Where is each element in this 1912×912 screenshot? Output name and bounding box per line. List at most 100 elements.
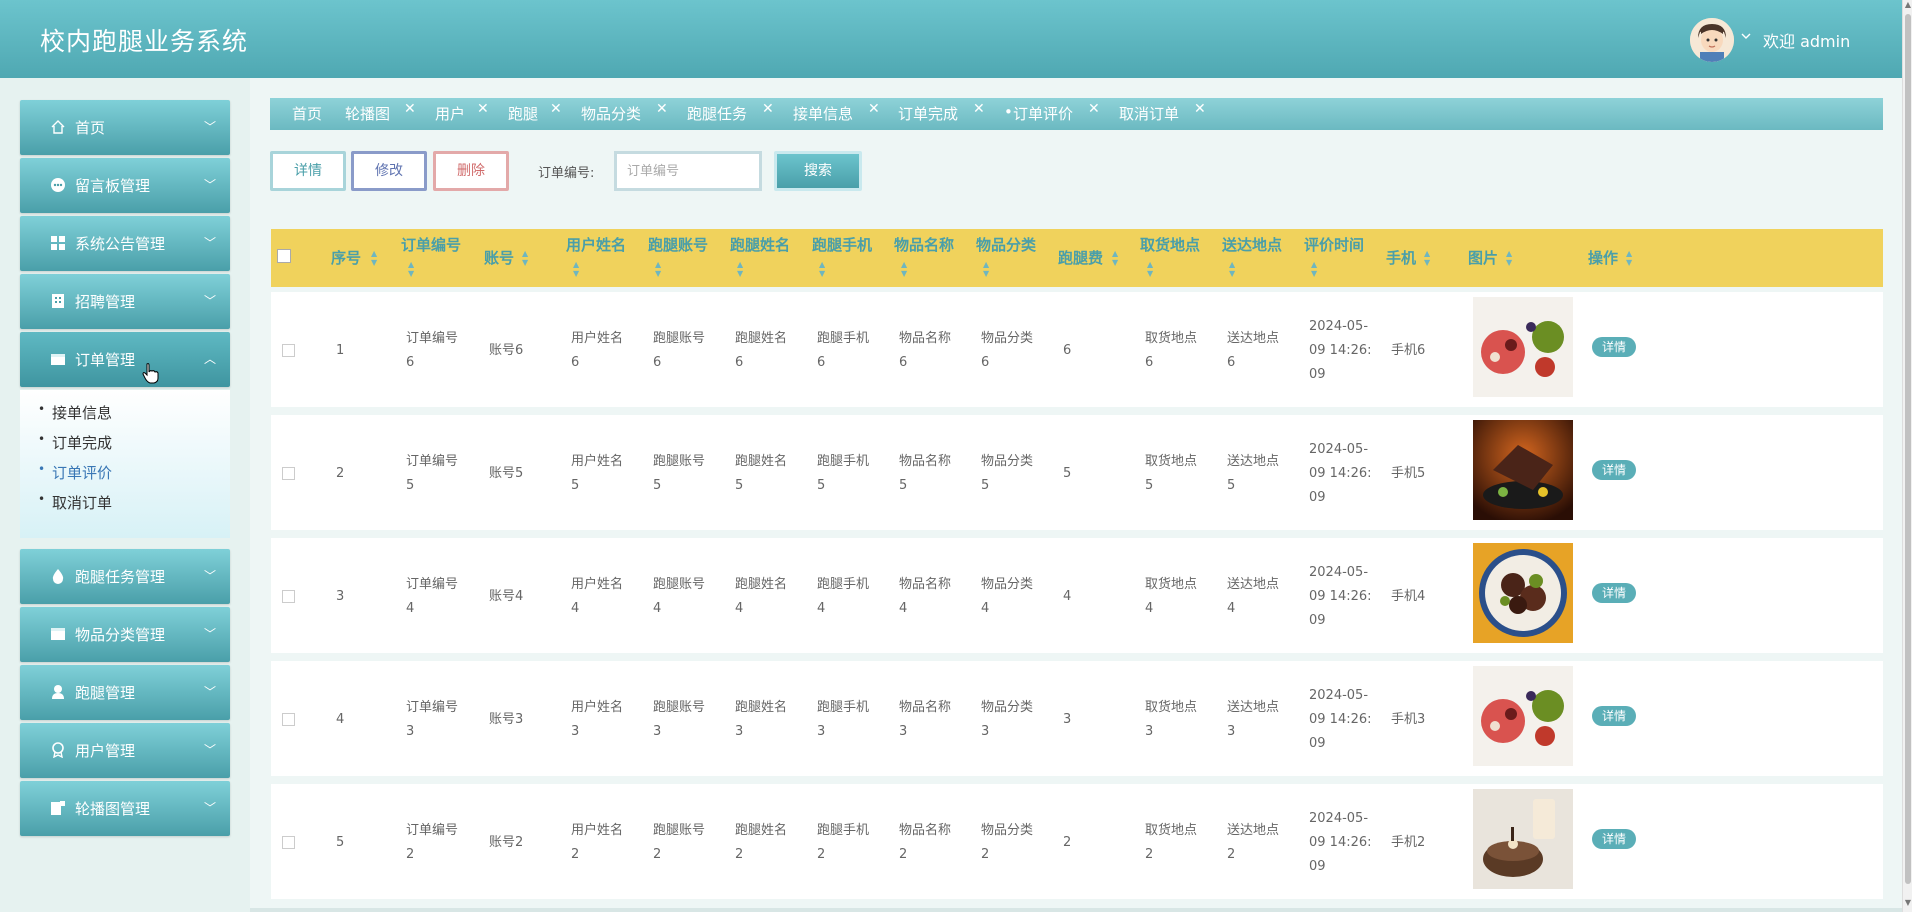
sidebar-item-message-board[interactable]: 留言板管理 ﹀ — [20, 158, 230, 213]
sidebar-item-announcements[interactable]: 系统公告管理 ﹀ — [20, 216, 230, 271]
search-button[interactable]: 搜索 — [774, 151, 862, 191]
close-icon[interactable]: ✕ — [656, 101, 668, 117]
cell-runner-name: 跑腿姓名 3 — [735, 700, 788, 739]
page-scrollbar[interactable]: ▲ ▼ — [1902, 0, 1912, 912]
edit-button[interactable]: 修改 — [351, 151, 427, 191]
sort-icon[interactable]: ▲ ▼ — [819, 260, 825, 278]
item-image[interactable] — [1473, 543, 1573, 643]
th-phone[interactable]: 手机 — [1386, 248, 1416, 268]
row-checkbox[interactable] — [282, 836, 295, 849]
sort-icon[interactable]: ▲ ▼ — [1424, 249, 1430, 267]
avatar[interactable] — [1690, 18, 1734, 62]
row-checkbox[interactable] — [282, 467, 295, 480]
scroll-down-icon[interactable]: ▼ — [1904, 898, 1912, 910]
submenu-item-accepted-orders[interactable]: 接单信息 — [38, 402, 112, 423]
th-errand-fee[interactable]: 跑腿费 — [1058, 248, 1103, 268]
row-detail-button[interactable]: 详情 — [1592, 337, 1636, 357]
th-item-category[interactable]: 物品分类 — [976, 235, 1036, 255]
sort-icon[interactable]: ▲ ▼ — [1626, 249, 1632, 267]
tab-accepted-orders[interactable]: 接单信息 — [793, 103, 853, 124]
sidebar-item-errand-tasks[interactable]: 跑腿任务管理 ﹀ — [20, 549, 230, 604]
close-icon[interactable]: ✕ — [973, 101, 985, 117]
row-detail-button[interactable]: 详情 — [1592, 583, 1636, 603]
th-runner-account[interactable]: 跑腿账号 — [648, 235, 708, 255]
submenu-item-cancelled-orders[interactable]: 取消订单 — [38, 492, 112, 513]
select-all-checkbox[interactable] — [277, 249, 291, 263]
close-icon[interactable]: ✕ — [404, 101, 416, 117]
cell-order-number: 订单编号 3 — [406, 700, 459, 739]
close-icon[interactable]: ✕ — [550, 101, 562, 117]
th-image[interactable]: 图片 — [1468, 248, 1498, 268]
row-detail-button[interactable]: 详情 — [1592, 706, 1636, 726]
sidebar-item-runners[interactable]: 跑腿管理 ﹀ — [20, 665, 230, 720]
sidebar-item-orders[interactable]: 订单管理 ︿ — [20, 332, 230, 387]
tab-home[interactable]: 首页 — [292, 103, 322, 124]
scroll-up-icon[interactable]: ▲ — [1904, 0, 1912, 12]
item-image[interactable] — [1473, 789, 1573, 889]
tab-item-categories[interactable]: 物品分类 — [581, 103, 641, 124]
welcome-user[interactable]: 欢迎 admin — [1763, 28, 1850, 52]
sidebar-item-users[interactable]: 用户管理 ﹀ — [20, 723, 230, 778]
th-account[interactable]: 账号 — [484, 248, 514, 268]
sidebar-item-recruitment[interactable]: 招聘管理 ﹀ — [20, 274, 230, 329]
sort-icon[interactable]: ▲ ▼ — [1112, 249, 1118, 267]
delete-button[interactable]: 删除 — [433, 151, 509, 191]
row-detail-button[interactable]: 详情 — [1592, 460, 1636, 480]
cell-item-name: 物品名称 4 — [899, 577, 952, 616]
th-runner-name[interactable]: 跑腿姓名 — [730, 235, 790, 255]
sort-icon[interactable]: ▲ ▼ — [1311, 260, 1317, 278]
tab-order-reviews[interactable]: 订单评价 — [1013, 103, 1073, 124]
close-icon[interactable]: ✕ — [1088, 101, 1100, 117]
chevron-down-icon: ﹀ — [203, 236, 216, 250]
th-user-name[interactable]: 用户姓名 — [566, 235, 626, 255]
sidebar-item-carousel[interactable]: 轮播图管理 ﹀ — [20, 781, 230, 836]
sort-icon[interactable]: ▲ ▼ — [1147, 260, 1153, 278]
tab-completed-orders[interactable]: 订单完成 — [898, 103, 958, 124]
tab-errand-tasks[interactable]: 跑腿任务 — [687, 103, 747, 124]
cell-runner-phone: 跑腿手机 5 — [817, 454, 870, 493]
tab-users[interactable]: 用户 — [435, 103, 465, 124]
cell-user-name: 用户姓名 6 — [571, 331, 624, 370]
sort-icon[interactable]: ▲ ▼ — [371, 249, 377, 267]
sidebar-item-label: 系统公告管理 — [75, 235, 166, 253]
sort-icon[interactable]: ▲ ▼ — [408, 260, 414, 278]
th-item-name[interactable]: 物品名称 — [894, 235, 954, 255]
th-delivery-location[interactable]: 送达地点 — [1222, 235, 1282, 255]
sort-icon[interactable]: ▲ ▼ — [901, 260, 907, 278]
item-image[interactable] — [1473, 666, 1573, 766]
row-checkbox[interactable] — [282, 590, 295, 603]
tab-cancelled-orders[interactable]: 取消订单 — [1119, 103, 1179, 124]
row-detail-button[interactable]: 详情 — [1592, 829, 1636, 849]
submenu-item-completed-orders[interactable]: 订单完成 — [38, 432, 112, 453]
item-image[interactable] — [1473, 297, 1573, 397]
sort-icon[interactable]: ▲ ▼ — [1506, 249, 1512, 267]
scrollbar-thumb[interactable] — [1905, 14, 1911, 884]
row-checkbox[interactable] — [282, 344, 295, 357]
th-runner-phone[interactable]: 跑腿手机 — [812, 235, 872, 255]
sort-icon[interactable]: ▲ ▼ — [573, 260, 579, 278]
sort-icon[interactable]: ▲ ▼ — [1229, 260, 1235, 278]
submenu-item-order-reviews[interactable]: 订单评价 — [38, 462, 112, 483]
cell-account: 账号5 — [489, 466, 524, 481]
th-order-number[interactable]: 订单编号 — [401, 235, 461, 255]
close-icon[interactable]: ✕ — [1194, 101, 1206, 117]
sidebar-item-home[interactable]: 首页 ﹀ — [20, 100, 230, 155]
chevron-down-icon[interactable] — [1740, 30, 1754, 44]
sort-icon[interactable]: ▲ ▼ — [737, 260, 743, 278]
th-pickup-location[interactable]: 取货地点 — [1140, 235, 1200, 255]
close-icon[interactable]: ✕ — [868, 101, 880, 117]
close-icon[interactable]: ✕ — [477, 101, 489, 117]
order-number-input[interactable] — [614, 151, 762, 191]
sort-icon[interactable]: ▲ ▼ — [655, 260, 661, 278]
tab-carousel[interactable]: 轮播图 — [345, 103, 390, 124]
sidebar-item-item-categories[interactable]: 物品分类管理 ﹀ — [20, 607, 230, 662]
detail-button[interactable]: 详情 — [270, 151, 346, 191]
item-image[interactable] — [1473, 420, 1573, 520]
sort-icon[interactable]: ▲ ▼ — [983, 260, 989, 278]
close-icon[interactable]: ✕ — [762, 101, 774, 117]
sort-icon[interactable]: ▲ ▼ — [522, 249, 528, 267]
th-index[interactable]: 序号 — [331, 248, 361, 268]
th-review-time[interactable]: 评价时间 — [1304, 235, 1364, 255]
row-checkbox[interactable] — [282, 713, 295, 726]
tab-errands[interactable]: 跑腿 — [508, 103, 538, 124]
